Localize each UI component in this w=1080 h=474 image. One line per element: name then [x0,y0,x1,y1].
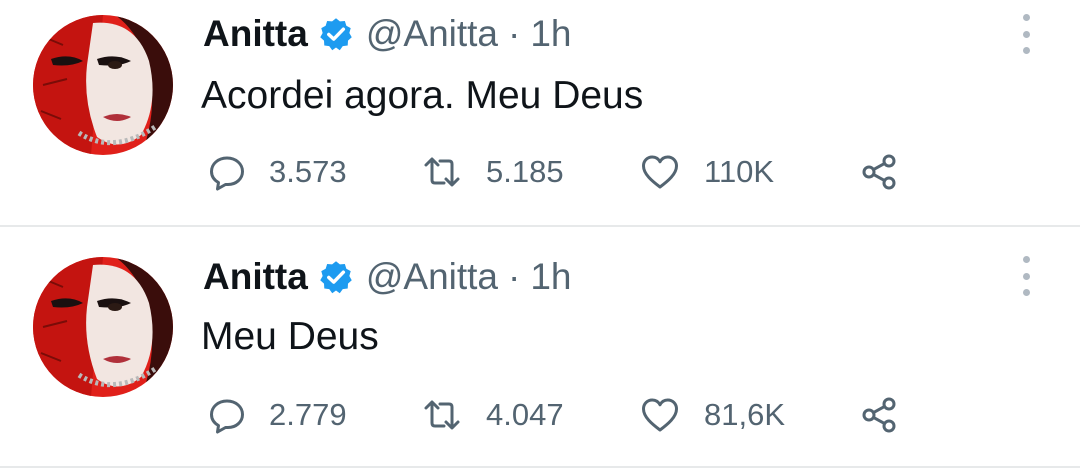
retweet-count: 5.185 [486,154,564,189]
tweet[interactable]: Anitta @Anitta · 1h Meu Deus 2.779 4.047 [0,226,1080,468]
tweet[interactable]: Anitta @Anitta · 1h Acordei agora. Meu D… [0,0,1080,226]
retweet-icon [424,400,460,430]
more-dot [1022,256,1030,263]
timestamp[interactable]: 1h [530,256,571,298]
reply-bubble-icon [210,156,244,191]
retweet-count: 4.047 [486,397,564,432]
like-button[interactable]: 110K [640,152,774,192]
separator-dot: · [508,256,521,297]
reply-count: 3.573 [269,154,347,189]
tweet-text: Meu Deus [201,315,379,358]
share-icon [862,397,896,433]
more-dot [1022,272,1030,280]
reply-button[interactable]: 2.779 [207,395,347,435]
more-dot [1022,30,1030,38]
handle[interactable]: @Anitta [366,13,498,55]
heart-icon [642,155,678,189]
retweet-icon [424,157,460,187]
reply-bubble-icon [210,399,244,434]
avatar[interactable] [33,257,173,397]
tweet-text: Acordei agora. Meu Deus [201,74,644,117]
reply-button[interactable]: 3.573 [207,152,347,192]
more-options-icon[interactable] [1016,14,1036,54]
more-options-icon[interactable] [1016,256,1036,296]
handle[interactable]: @Anitta [366,256,498,298]
verified-badge-icon [318,16,354,52]
heart-icon [642,398,678,432]
more-dot [1022,47,1030,54]
divider [0,466,1080,468]
like-button[interactable]: 81,6K [640,395,785,435]
avatar[interactable] [33,15,173,155]
retweet-button[interactable]: 4.047 [422,395,564,435]
like-count: 81,6K [704,397,786,432]
tweet-header: Anitta @Anitta · 1h [203,255,572,299]
retweet-button[interactable]: 5.185 [422,152,564,192]
display-name[interactable]: Anitta [203,256,308,298]
tweet-header: Anitta @Anitta · 1h [203,12,572,56]
more-dot [1022,14,1030,21]
verified-badge-icon [318,259,354,295]
display-name[interactable]: Anitta [203,13,308,55]
more-dot [1022,289,1030,296]
separator-dot: · [508,13,521,54]
share-icon [862,154,896,190]
share-button[interactable] [860,395,900,435]
reply-count: 2.779 [269,397,347,432]
share-button[interactable] [860,152,900,192]
like-count: 110K [704,154,775,189]
timestamp[interactable]: 1h [530,13,571,55]
